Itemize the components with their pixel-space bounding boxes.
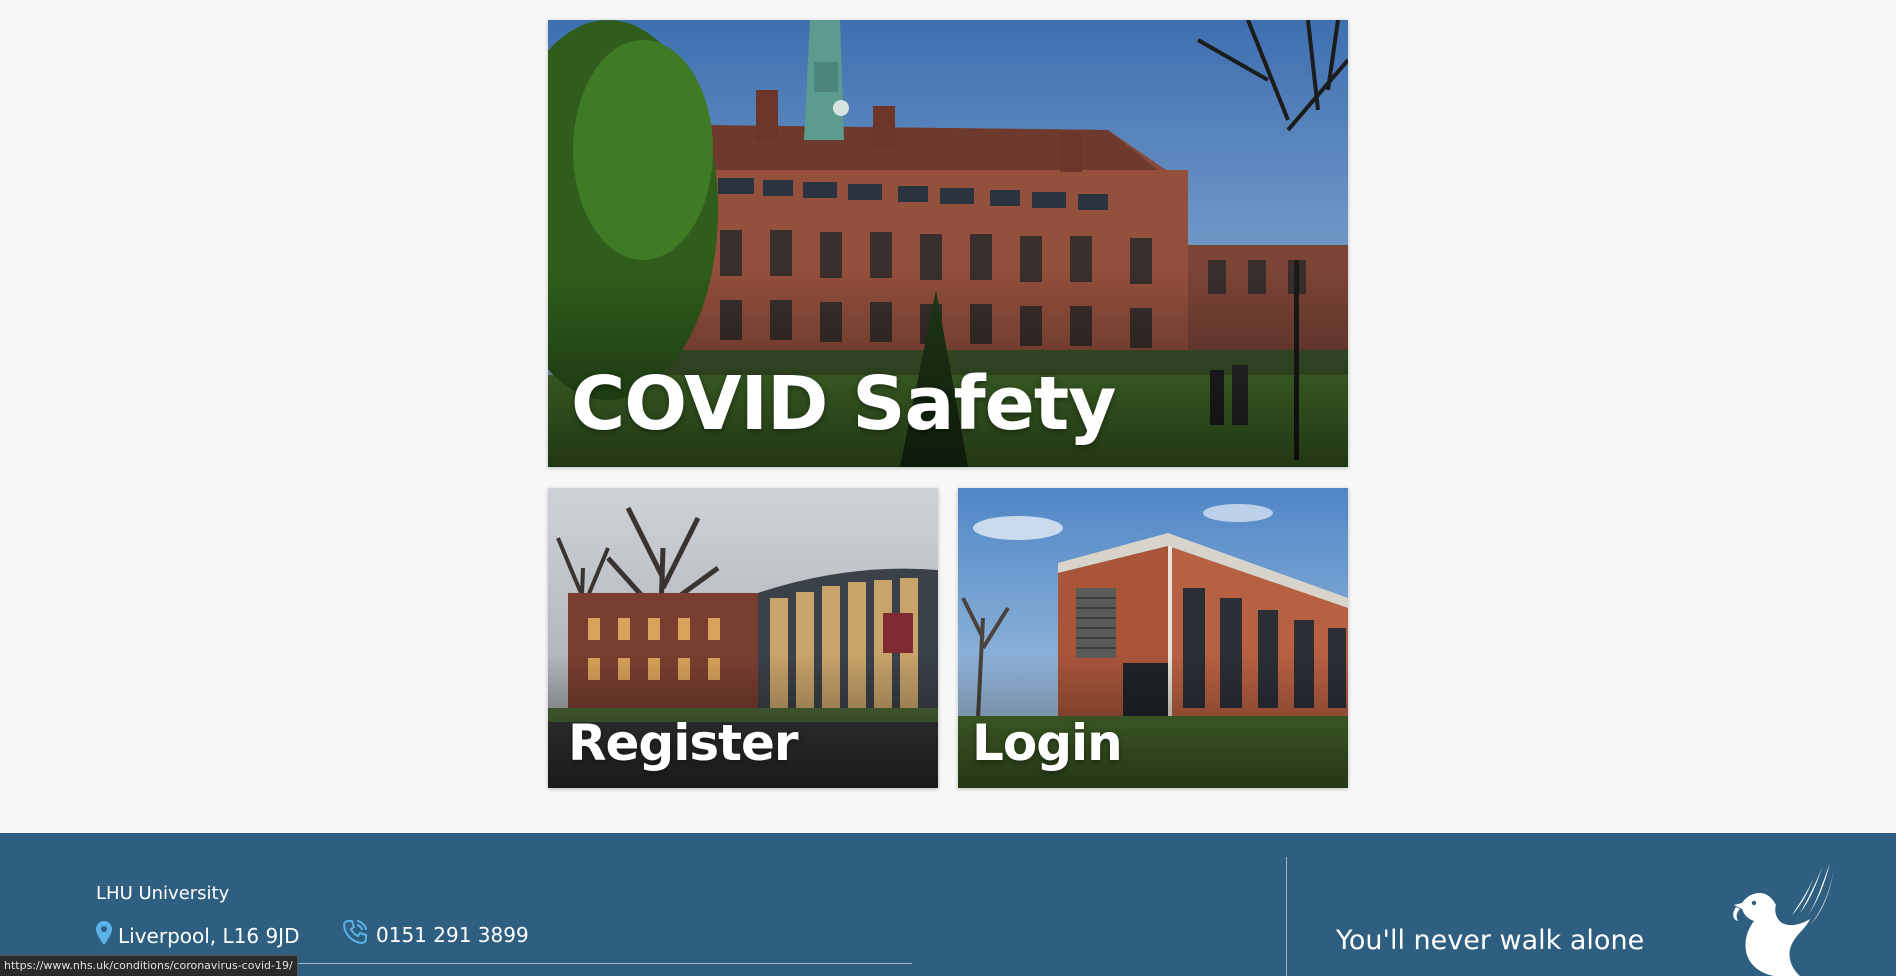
register-label: Register	[568, 714, 799, 772]
liver-bird-logo-icon	[1733, 863, 1834, 976]
phone-icon	[342, 919, 368, 950]
covid-safety-tile[interactable]: COVID Safety	[548, 20, 1348, 467]
footer-motto: You'll never walk alone	[1336, 925, 1645, 956]
covid-safety-label: COVID Safety	[571, 361, 1116, 447]
address: Liverpool, L16 9JD	[96, 921, 299, 950]
footer-vertical-divider	[1286, 857, 1287, 976]
login-label: Login	[972, 714, 1123, 772]
university-name: LHU University	[96, 883, 230, 904]
map-pin-icon	[96, 921, 112, 950]
login-tile[interactable]: Login	[958, 488, 1348, 788]
phone-number: 0151 291 3899	[376, 922, 529, 947]
address-text: Liverpool, L16 9JD	[118, 923, 300, 948]
phone[interactable]: 0151 291 3899	[342, 919, 529, 950]
status-bar-url: https://www.nhs.uk/conditions/coronaviru…	[0, 955, 298, 976]
register-tile[interactable]: Register	[548, 488, 938, 788]
